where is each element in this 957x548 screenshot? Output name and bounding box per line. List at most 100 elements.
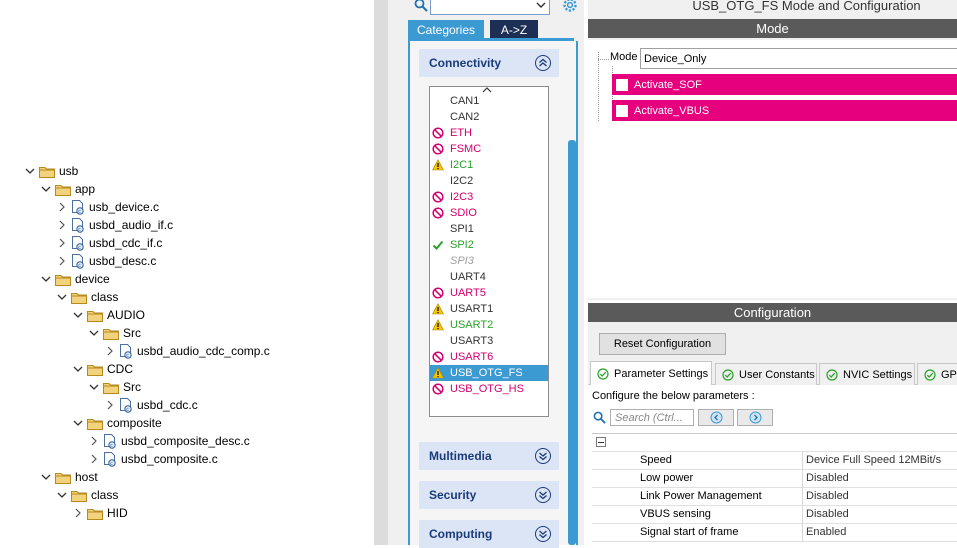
tree-folder[interactable]: HID (72, 504, 128, 522)
tab-parameter-settings[interactable]: Parameter Settings (590, 361, 712, 386)
tree-file[interactable]: c usbd_cdc.c (104, 396, 198, 414)
chevron-right-icon[interactable] (56, 255, 68, 267)
peripheral-item[interactable]: SPI1 (430, 221, 548, 237)
chevron-down-icon[interactable] (40, 471, 52, 483)
tree-folder[interactable]: class (56, 486, 118, 504)
collapse-icon[interactable] (596, 437, 606, 447)
chevron-down-icon[interactable] (56, 291, 68, 303)
tree-folder[interactable]: app (40, 180, 95, 198)
collapse-up-icon[interactable] (535, 55, 551, 71)
parameter-value[interactable]: Disabled (806, 508, 849, 520)
peripheral-item[interactable]: USB_OTG_HS (430, 381, 548, 397)
tree-file[interactable]: c usbd_composite_desc.c (88, 432, 250, 450)
tree-folder[interactable]: AUDIO (72, 306, 145, 324)
parameter-row[interactable]: Low power Disabled (592, 470, 957, 488)
tree-folder[interactable]: device (40, 270, 110, 288)
chevron-down-icon[interactable] (88, 327, 100, 339)
tree-file[interactable]: c usbd_composite.c (88, 450, 218, 468)
peripheral-item[interactable]: I2C3 (430, 189, 548, 205)
chevron-down-icon[interactable] (56, 489, 68, 501)
tree-file[interactable]: c usbd_audio_cdc_comp.c (104, 342, 270, 360)
search-next-button[interactable] (737, 409, 773, 426)
peripheral-item[interactable]: USART1 (430, 301, 548, 317)
peripheral-search-input[interactable] (430, 0, 550, 15)
parameter-value[interactable]: Enabled (806, 526, 846, 538)
peripheral-item[interactable]: CAN2 (430, 109, 548, 125)
chevron-right-icon[interactable] (88, 453, 100, 465)
peripheral-item[interactable]: USART6 (430, 349, 548, 365)
activate-vbus-row[interactable]: Activate_VBUS (612, 100, 957, 121)
peripheral-label: I2C3 (450, 191, 474, 203)
parameter-search-input[interactable]: Search (Ctrl... (610, 409, 694, 426)
chevron-right-icon[interactable] (104, 345, 116, 357)
mode-select[interactable]: Device_Only (640, 48, 957, 69)
chevron-right-icon[interactable] (104, 399, 116, 411)
tree-file[interactable]: c usbd_audio_if.c (56, 216, 173, 234)
expand-down-icon[interactable] (535, 448, 551, 464)
peripheral-item[interactable]: I2C2 (430, 173, 548, 189)
chevron-down-icon[interactable] (72, 309, 84, 321)
chevron-down-icon[interactable] (72, 417, 84, 429)
chevron-right-icon[interactable] (56, 201, 68, 213)
peripheral-item[interactable]: UART4 (430, 269, 548, 285)
tree-folder[interactable]: CDC (72, 360, 133, 378)
gear-icon[interactable] (562, 0, 578, 16)
peripheral-item[interactable]: CAN1 (430, 93, 548, 109)
chevron-down-icon[interactable] (72, 363, 84, 375)
activate-vbus-checkbox[interactable] (616, 104, 628, 117)
chevron-down-icon[interactable] (24, 165, 36, 177)
chevron-down-icon[interactable] (40, 183, 52, 195)
chevron-down-icon[interactable] (88, 381, 100, 393)
chevron-right-icon[interactable] (56, 219, 68, 231)
tree-folder[interactable]: host (40, 468, 98, 486)
chevron-right-icon[interactable] (88, 435, 100, 447)
tree-scrollbar[interactable] (374, 0, 388, 545)
peripheral-item[interactable]: I2C1 (430, 157, 548, 173)
activate-sof-checkbox[interactable] (616, 78, 628, 91)
tab-a-to-z[interactable]: A->Z (490, 20, 538, 40)
peripheral-item[interactable]: FSMC (430, 141, 548, 157)
reset-configuration-button[interactable]: Reset Configuration (599, 333, 726, 355)
chevron-right-icon[interactable] (56, 237, 68, 249)
section-connectivity[interactable]: Connectivity (419, 49, 559, 77)
parameter-row[interactable]: Signal start of frame Enabled (592, 524, 957, 542)
tree-folder[interactable]: composite (72, 414, 162, 432)
parameter-group-row[interactable] (592, 434, 957, 452)
peripheral-item[interactable]: UART5 (430, 285, 548, 301)
peripheral-item[interactable]: USART3 (430, 333, 548, 349)
tab-categories[interactable]: Categories (408, 20, 484, 40)
parameter-value[interactable]: Device Full Speed 12MBit/s (806, 454, 941, 466)
parameter-value[interactable]: Disabled (806, 490, 849, 502)
peripheral-item[interactable]: USART2 (430, 317, 548, 333)
parameter-row[interactable]: VBUS sensing Disabled (592, 506, 957, 524)
section-multimedia[interactable]: Multimedia (419, 442, 559, 470)
section-security[interactable]: Security (419, 481, 559, 509)
parameter-value[interactable]: Disabled (806, 472, 849, 484)
chevron-down-icon[interactable] (40, 273, 52, 285)
peripheral-item[interactable]: SPI2 (430, 237, 548, 253)
tab-nvic-settings[interactable]: NVIC Settings (819, 363, 915, 385)
tree-file[interactable]: c usb_device.c (56, 198, 159, 216)
tree-folder[interactable]: usb (24, 162, 78, 180)
tab-gpio-settings[interactable]: GPIO Settings (917, 363, 957, 385)
section-computing[interactable]: Computing (419, 520, 559, 548)
search-previous-button[interactable] (698, 409, 734, 426)
expand-down-icon[interactable] (535, 487, 551, 503)
peripheral-item[interactable]: SDIO (430, 205, 548, 221)
tab-user-constants[interactable]: User Constants (715, 363, 817, 385)
peripheral-item[interactable]: ETH (430, 125, 548, 141)
parameter-row[interactable]: Link Power Management Disabled (592, 488, 957, 506)
peripheral-item[interactable]: USB_OTG_FS (430, 365, 548, 381)
tree-file[interactable]: c usbd_desc.c (56, 252, 156, 270)
chevron-right-icon[interactable] (72, 507, 84, 519)
expand-down-icon[interactable] (535, 526, 551, 542)
activate-sof-row[interactable]: Activate_SOF (612, 74, 957, 95)
tree-file[interactable]: c usbd_cdc_if.c (56, 234, 162, 252)
tree-folder[interactable]: Src (88, 324, 141, 342)
peripheral-item[interactable]: SPI3 (430, 253, 548, 269)
tree-folder[interactable]: Src (88, 378, 141, 396)
categories-scrollbar[interactable] (568, 140, 576, 545)
parameter-row[interactable]: Speed Device Full Speed 12MBit/s (592, 452, 957, 470)
tree-folder[interactable]: class (56, 288, 118, 306)
chevron-down-icon[interactable] (536, 0, 546, 13)
